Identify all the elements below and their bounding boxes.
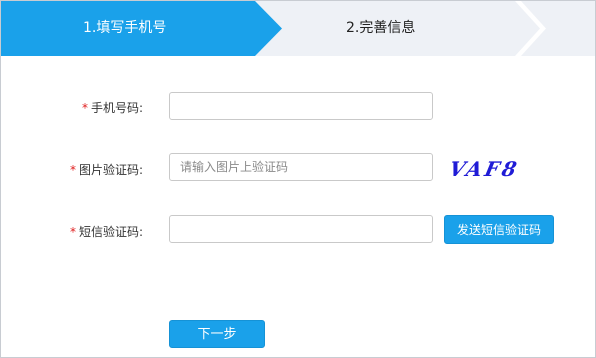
sms-code-input[interactable]: [169, 215, 433, 243]
step-2-label: 2.完善信息: [346, 20, 416, 36]
send-sms-button[interactable]: 发送短信验证码: [444, 215, 554, 244]
phone-label-row: * 手机号码:: [41, 99, 143, 116]
sms-label: 短信验证码:: [78, 225, 143, 239]
sms-label-row: * 短信验证码:: [41, 223, 143, 240]
captcha-input[interactable]: [169, 153, 433, 181]
phone-label: 手机号码:: [90, 101, 143, 115]
captcha-label: 图片验证码:: [78, 163, 143, 177]
required-mark: *: [69, 163, 76, 177]
registration-frame: 1.填写手机号 2.完善信息 *手机号码: *图片验证码: VAF8 *短信验证…: [0, 0, 596, 358]
step-1-label: 1.填写手机号: [83, 20, 167, 36]
next-step-button[interactable]: 下一步: [169, 320, 265, 348]
phone-input[interactable]: [169, 92, 433, 120]
step-progress-bar: 1.填写手机号 2.完善信息: [1, 1, 595, 56]
required-mark: *: [69, 225, 76, 239]
captcha-label-row: * 图片验证码:: [41, 161, 143, 178]
required-mark: *: [81, 101, 88, 115]
captcha-text: VAF8: [447, 157, 522, 181]
captcha-image[interactable]: VAF8: [447, 153, 523, 183]
